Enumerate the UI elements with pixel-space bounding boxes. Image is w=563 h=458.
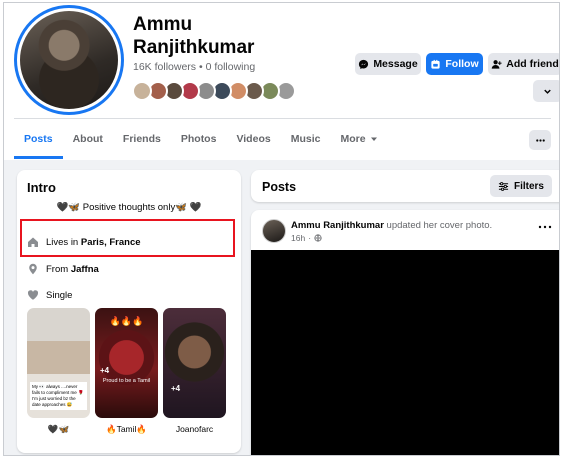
post-card: Ammu Ranjithkumar updated her cover phot… (251, 210, 559, 455)
intro-title: Intro (27, 180, 56, 195)
photo-caption: Joanofarc (175, 424, 214, 434)
post-action-text: updated her cover photo. (386, 220, 493, 231)
stats-separator: • (198, 61, 203, 73)
globe-icon (314, 234, 322, 242)
mutual-friends-avatars[interactable] (132, 81, 296, 101)
post-author-avatar[interactable] (262, 219, 286, 243)
from-row: From Jaffna (27, 263, 99, 275)
filters-label: Filters (513, 180, 544, 192)
relationship-text: Single (46, 289, 73, 301)
more-actions-button[interactable] (533, 80, 559, 102)
more-horizontal-icon (535, 138, 545, 142)
chevron-down-icon (544, 89, 551, 94)
profile-tabs: Posts About Friends Photos Videos Music … (14, 119, 388, 159)
tab-music[interactable]: Music (281, 119, 331, 159)
profile-page: Ammu Ranjithkumar 16K followers • 0 foll… (3, 2, 560, 456)
featured-photos: My 👀 always ....never fails to complimen… (27, 308, 226, 435)
follow-icon (431, 59, 440, 69)
featured-photo-3[interactable]: +4 Joanofarc (163, 308, 226, 435)
message-label: Message (373, 58, 418, 70)
from-place[interactable]: Jaffna (71, 264, 99, 275)
featured-photo-2[interactable]: 🔥🔥🔥 +4 Proud to be a Tamil 🔥Tamil🔥 (95, 308, 158, 435)
featured-photo-image: +4 (163, 308, 226, 418)
friend-avatar[interactable] (132, 81, 152, 101)
post-options-icon[interactable] (538, 224, 552, 230)
followers-count[interactable]: 16K followers (133, 61, 196, 73)
featured-photo-1[interactable]: My 👀 always ....never fails to complimen… (27, 308, 90, 435)
lives-in-highlight (20, 219, 235, 257)
tab-more-label: More (340, 133, 366, 145)
follow-button[interactable]: Follow (426, 53, 483, 75)
add-friend-label: Add friend (506, 58, 559, 70)
post-timestamp[interactable]: 16h (291, 233, 305, 243)
tab-videos[interactable]: Videos (226, 119, 280, 159)
featured-photo-image: My 👀 always ....never fails to complimen… (27, 308, 90, 418)
add-friend-icon (491, 59, 502, 69)
following-count[interactable]: 0 following (206, 61, 256, 73)
message-button[interactable]: Message (355, 53, 421, 75)
photo-overlay-text: My 👀 always ....never fails to complimen… (30, 382, 87, 410)
tab-more[interactable]: More (330, 119, 387, 159)
photo-plus-count: +4 (100, 366, 110, 375)
photo-plus-count: +4 (171, 384, 181, 393)
post-time-separator: · (308, 233, 312, 243)
profile-photo (17, 8, 121, 112)
profile-avatar[interactable] (14, 5, 124, 115)
post-cover-photo[interactable] (251, 250, 559, 455)
posts-title: Posts (262, 180, 297, 194)
location-pin-icon (29, 263, 37, 275)
from-text: From Jaffna (46, 264, 99, 275)
tabs-more-options-button[interactable] (529, 130, 551, 150)
post-meta: 16h · (291, 233, 322, 243)
intro-bio: 🖤🦋 Positive thoughts only🦋 🖤 (56, 202, 202, 213)
follow-stats: 16K followers • 0 following (133, 61, 255, 73)
photo-caption: 🔥Tamil🔥 (105, 424, 147, 434)
add-friend-button[interactable]: Add friend (488, 53, 559, 75)
from-prefix: From (46, 263, 69, 275)
filters-button[interactable]: Filters (489, 175, 552, 197)
photo-overlay-text: Proud to be a Tamil (102, 378, 151, 384)
tab-about[interactable]: About (63, 119, 113, 159)
post-headline: Ammu Ranjithkumar updated her cover phot… (291, 220, 492, 231)
tab-friends[interactable]: Friends (113, 119, 171, 159)
photo-caption: 🖤🦋 (47, 424, 70, 434)
tab-posts[interactable]: Posts (14, 119, 63, 159)
intro-card: Intro 🖤🦋 Positive thoughts only🦋 🖤 Lives… (17, 170, 241, 453)
posts-header-card: Posts Filters (251, 170, 559, 202)
filters-icon (498, 181, 509, 191)
post-author-name[interactable]: Ammu Ranjithkumar (291, 220, 384, 231)
caret-down-icon (370, 137, 377, 141)
tab-photos[interactable]: Photos (171, 119, 227, 159)
follow-label: Follow (445, 58, 479, 70)
photo-top-text: 🔥🔥🔥 (109, 316, 144, 326)
heart-icon (27, 290, 39, 300)
featured-photo-image: 🔥🔥🔥 +4 Proud to be a Tamil (95, 308, 158, 418)
profile-name: Ammu Ranjithkumar (133, 14, 255, 58)
relationship-row: Single (27, 289, 72, 301)
messenger-icon (359, 59, 369, 69)
